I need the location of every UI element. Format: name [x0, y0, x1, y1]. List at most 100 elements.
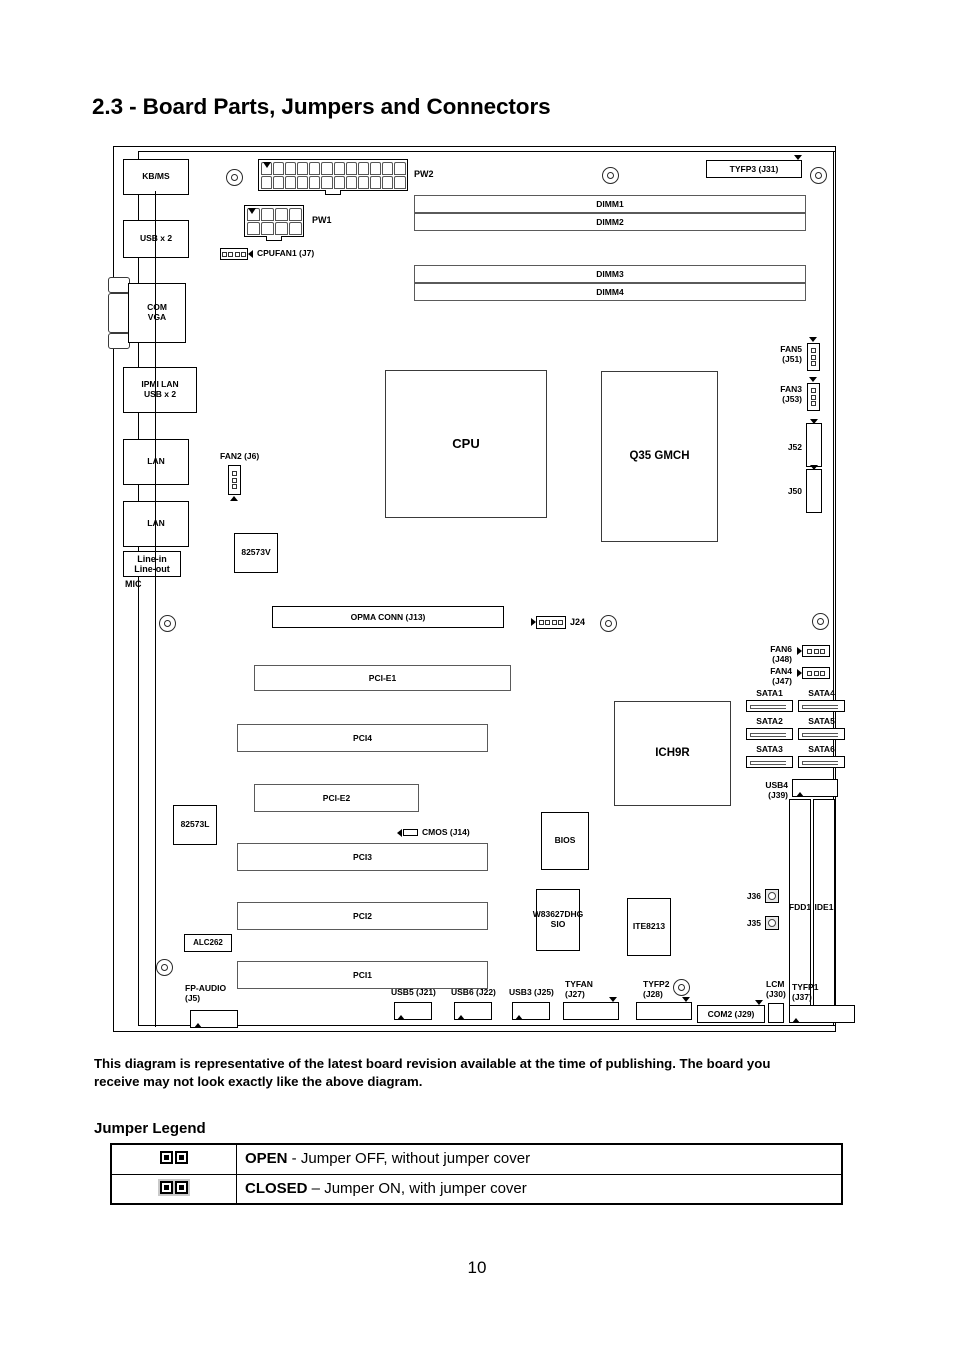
fan5-pin1-marker-icon — [809, 337, 817, 342]
jumper-open-dash: - — [287, 1150, 301, 1168]
pw2-latch-icon — [325, 190, 341, 195]
power-connector-pw2 — [258, 159, 408, 195]
tyfp1-pin1-marker-icon — [792, 1018, 800, 1023]
rear-io-line-in-out: Line-in Line-out — [123, 551, 181, 577]
slot-pci1-label: PCI1 — [353, 970, 372, 980]
chip-82573v: 82573V — [234, 533, 278, 573]
fp-audio-pin1-marker-icon — [194, 1023, 202, 1028]
connector-tyfp2-label: TYFP2 (J28) — [643, 979, 670, 999]
fan-header-cpufan1 — [220, 248, 248, 260]
motherboard-diagram: KB/MS USB x 2 COM VGA IPMI LAN USB x 2 L… — [108, 146, 855, 1032]
fan-header-fan6 — [802, 645, 830, 657]
jumper-open-description: OPEN - Jumper OFF, without jumper cover — [245, 1150, 531, 1168]
sata-port-1 — [746, 700, 793, 712]
jumper-open-state: OPEN — [245, 1150, 288, 1168]
pw2-pin1-marker-icon — [263, 162, 271, 168]
sata-port-4-label: SATA4 — [808, 688, 835, 698]
rear-io-com-vga-label: COM VGA — [147, 302, 167, 322]
connector-opma: OPMA CONN (J13) — [272, 606, 504, 628]
dimm-slot-1-label: DIMM1 — [596, 199, 624, 209]
jumper-j36-label: J36 — [746, 891, 761, 901]
rear-io-rail — [155, 191, 157, 1027]
connector-tyfp3: TYFP3 (J31) — [706, 160, 802, 178]
table-row: CLOSED – Jumper ON, with jumper cover — [110, 1173, 843, 1205]
connector-tyfan — [563, 1002, 619, 1020]
jumper-closed-state: CLOSED — [245, 1179, 308, 1197]
dimm-slot-1: DIMM1 — [414, 195, 806, 213]
connector-usb6-label: USB6 (J22) — [451, 987, 496, 997]
slot-pci2: PCI2 — [237, 902, 488, 930]
connector-opma-label: OPMA CONN (J13) — [350, 612, 426, 622]
usb5-pin1-marker-icon — [397, 1015, 405, 1020]
jumper-legend-title: Jumper Legend — [94, 1120, 206, 1137]
board-outline-top — [138, 151, 835, 153]
jumper-open-icon-cell — [110, 1143, 237, 1175]
chip-82573l-label: 82573L — [180, 819, 210, 830]
sata-port-5 — [798, 728, 845, 740]
jumper-closed-icon — [158, 1178, 190, 1196]
pw2-pin-row-top — [260, 161, 406, 175]
mounting-hole-top-left — [226, 169, 243, 186]
usb4-pin1-marker-icon — [796, 792, 804, 797]
jumper-cmos-label: CMOS (J14) — [422, 827, 470, 837]
j24-pin1-marker-icon — [531, 618, 536, 626]
slot-pci4: PCI4 — [237, 724, 488, 752]
jumper-closed-description: CLOSED – Jumper ON, with jumper cover — [245, 1180, 527, 1197]
sata-port-4 — [798, 700, 845, 712]
jumper-open-icon — [158, 1149, 190, 1166]
rear-io-kb-ms: KB/MS — [123, 159, 189, 195]
fan-header-fan3-label: FAN3 (J53) — [780, 384, 802, 404]
page-number: 10 — [467, 1258, 487, 1277]
jumper-cmos — [403, 829, 418, 836]
dimm-slot-3-label: DIMM3 — [596, 269, 624, 279]
slot-pci2-label: PCI2 — [353, 911, 372, 921]
jumper-j35-label: J35 — [746, 918, 761, 928]
dimm-slot-2-label: DIMM2 — [596, 217, 624, 227]
page-title: 2.3 - Board Parts, Jumpers and Connector… — [92, 94, 551, 119]
fan3-pin1-marker-icon — [809, 377, 817, 382]
connector-usb3-label: USB3 (J25) — [509, 987, 554, 997]
chip-q35-gmch-label: Q35 GMCH — [629, 450, 690, 463]
cmos-pin1-marker-icon — [397, 829, 402, 837]
sata-port-2 — [746, 728, 793, 740]
connector-ide1-label: IDE1 — [814, 902, 834, 913]
connector-usb4-label: USB4 (J39) — [765, 780, 788, 800]
chip-ite8213-label: ITE8213 — [632, 921, 666, 932]
chip-bios-label: BIOS — [554, 835, 576, 846]
chip-w83627dhg-sio-label: W83627DHG SIO — [532, 909, 584, 929]
tyfan-pin1-marker-icon — [609, 997, 617, 1002]
power-connector-pw1 — [244, 205, 304, 241]
chip-cpu: CPU — [385, 370, 547, 518]
pw1-pin-row-bottom — [246, 221, 302, 235]
mounting-hole-mid-left — [159, 615, 176, 632]
slot-pci3-label: PCI3 — [353, 852, 372, 862]
vga-dsub-lower-icon — [108, 333, 130, 349]
connector-j52 — [806, 423, 822, 467]
table-row: OPEN - Jumper OFF, without jumper cover — [110, 1143, 843, 1175]
usb6-pin1-marker-icon — [457, 1015, 465, 1020]
connector-lcm-label: LCM (J30) — [766, 979, 786, 999]
dimm-slot-2: DIMM2 — [414, 213, 806, 231]
connector-tyfp1-label: TYFP1 (J37) — [792, 982, 819, 1002]
connector-j24-label: J24 — [570, 617, 586, 627]
sata-port-1-label: SATA1 — [756, 688, 783, 698]
mounting-hole-bottom-center — [673, 979, 690, 996]
fan4-pin1-marker-icon — [797, 669, 802, 677]
rear-io-kb-ms-label: KB/MS — [142, 171, 170, 182]
jumper-open-text: Jumper OFF, without jumper cover — [300, 1150, 531, 1168]
fan-header-fan3 — [807, 383, 820, 411]
sata-port-5-label: SATA5 — [808, 716, 835, 726]
chip-alc262-label: ALC262 — [193, 937, 223, 947]
slot-pci1: PCI1 — [237, 961, 488, 989]
mounting-hole-mid-center — [600, 615, 617, 632]
chip-82573v-label: 82573V — [241, 547, 271, 558]
rear-io-ipmi-lan-usb-label: IPMI LAN USB x 2 — [141, 379, 179, 399]
j52-pin1-marker-icon — [810, 419, 818, 424]
cpufan1-pin1-marker-icon — [248, 250, 253, 258]
tyfp3-pin1-marker-icon — [794, 155, 802, 160]
vga-dsub-body-icon — [108, 293, 130, 333]
chip-82573l: 82573L — [173, 805, 217, 845]
power-connector-pw1-label: PW1 — [312, 215, 332, 225]
rear-io-line-in-out-label: Line-in Line-out — [134, 553, 170, 574]
fan-header-cpufan1-label: CPUFAN1 (J7) — [257, 248, 315, 258]
